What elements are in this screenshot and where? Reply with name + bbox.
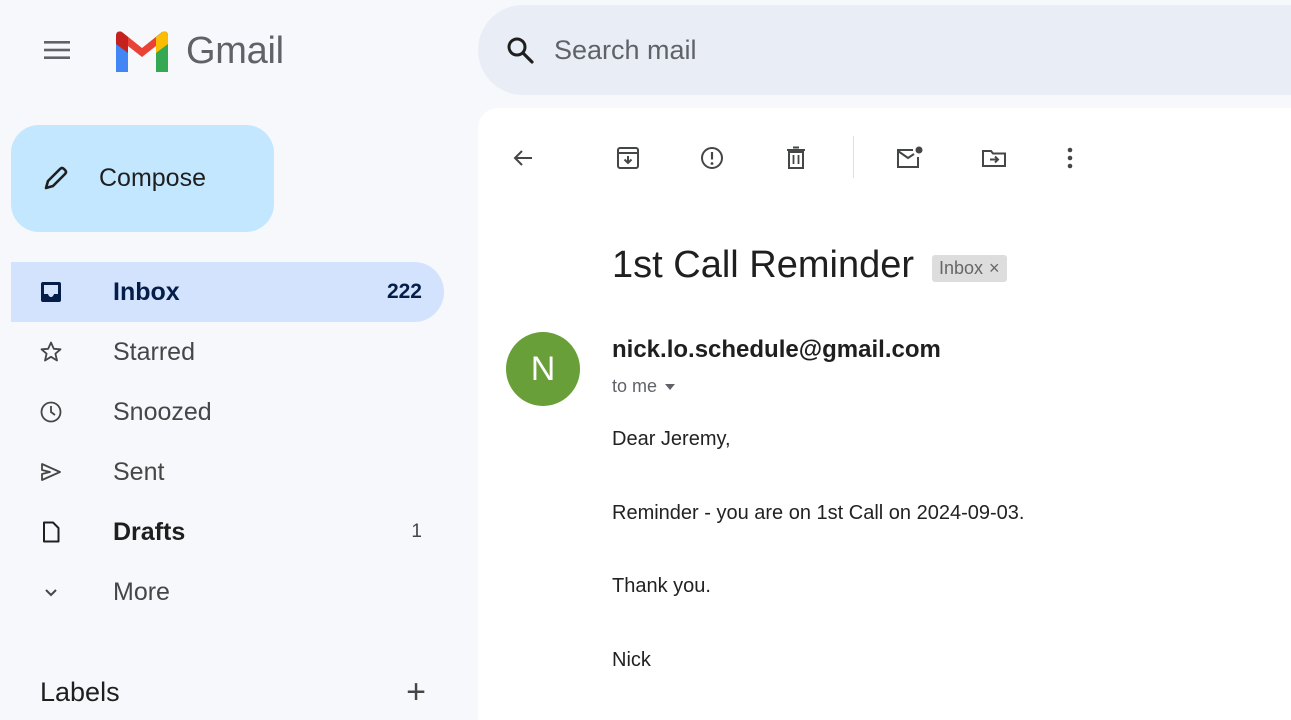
sidebar-item-label: Starred (113, 337, 195, 366)
gmail-logo[interactable]: Gmail (112, 28, 284, 74)
sidebar-item-label: Inbox (113, 277, 180, 306)
sidebar-nav: Inbox 222 Starred Snoozed Sent Drafts 1 … (11, 262, 444, 622)
clock-icon (39, 396, 81, 428)
email-body-line: Reminder - you are on 1st Call on 2024-0… (612, 502, 1025, 524)
sidebar-item-label: Sent (113, 457, 165, 486)
draft-count: 1 (411, 521, 422, 542)
email-body-line: Thank you. (612, 575, 711, 597)
move-to-button[interactable] (974, 138, 1014, 178)
delete-button[interactable] (776, 138, 816, 178)
search-input[interactable] (554, 34, 1154, 66)
toolbar-divider (853, 136, 854, 178)
remove-label-button[interactable]: × (989, 258, 1000, 279)
sidebar-item-drafts[interactable]: Drafts 1 (11, 502, 444, 562)
draft-icon (39, 516, 81, 548)
email-body-line: Nick (612, 649, 651, 671)
caret-down-icon (665, 383, 676, 390)
chevron-down-icon (39, 576, 81, 608)
report-spam-icon (701, 147, 723, 169)
add-label-button[interactable]: + (406, 675, 426, 709)
gmail-m-icon (116, 31, 168, 73)
star-icon (39, 336, 81, 368)
email-body-line: Dear Jeremy, (612, 428, 731, 450)
main-menu-button[interactable] (34, 30, 80, 70)
more-vert-icon (1067, 147, 1073, 169)
compose-label: Compose (99, 164, 206, 192)
archive-icon (617, 147, 639, 169)
more-options-button[interactable] (1050, 138, 1090, 178)
inbox-icon (39, 276, 81, 308)
report-spam-button[interactable] (692, 138, 732, 178)
label-chip-text: Inbox (939, 258, 984, 278)
archive-button[interactable] (608, 138, 648, 178)
delete-icon (787, 146, 805, 169)
hamburger-menu-icon (44, 41, 70, 59)
pencil-icon (44, 166, 68, 189)
sidebar-item-sent[interactable]: Sent (11, 442, 444, 502)
email-view: 1st Call Reminder Inbox × N nick.lo.sche… (478, 108, 1291, 720)
recipient-details-toggle[interactable]: to me (612, 376, 676, 397)
avatar[interactable]: N (506, 332, 580, 406)
mark-unread-button[interactable] (890, 138, 930, 178)
unread-count: 222 (386, 280, 422, 303)
recipient-text: to me (612, 376, 658, 396)
back-arrow-icon (513, 150, 532, 166)
search-icon[interactable] (506, 36, 534, 64)
back-button[interactable] (503, 138, 543, 178)
send-icon (39, 456, 81, 488)
labels-heading: Labels (40, 676, 120, 707)
search-bar[interactable] (478, 5, 1291, 95)
labels-section: Labels + (40, 675, 426, 709)
sidebar-item-starred[interactable]: Starred (11, 322, 444, 382)
compose-button[interactable]: Compose (11, 125, 274, 232)
sidebar-item-snoozed[interactable]: Snoozed (11, 382, 444, 442)
sidebar-item-label: More (113, 577, 170, 606)
sidebar-item-inbox[interactable]: Inbox 222 (11, 262, 444, 322)
label-chip[interactable]: Inbox × (932, 255, 1007, 282)
email-subject: 1st Call Reminder (612, 244, 914, 286)
sender-email[interactable]: nick.lo.schedule@gmail.com (612, 336, 941, 364)
app-name: Gmail (186, 29, 284, 72)
sidebar-item-label: Snoozed (113, 397, 212, 426)
mark-unread-icon (897, 146, 923, 168)
sidebar-item-more[interactable]: More (11, 562, 444, 622)
email-subject-row: 1st Call Reminder Inbox × (612, 244, 1007, 287)
sidebar-item-label: Drafts (113, 517, 186, 546)
move-to-icon (982, 150, 1006, 167)
